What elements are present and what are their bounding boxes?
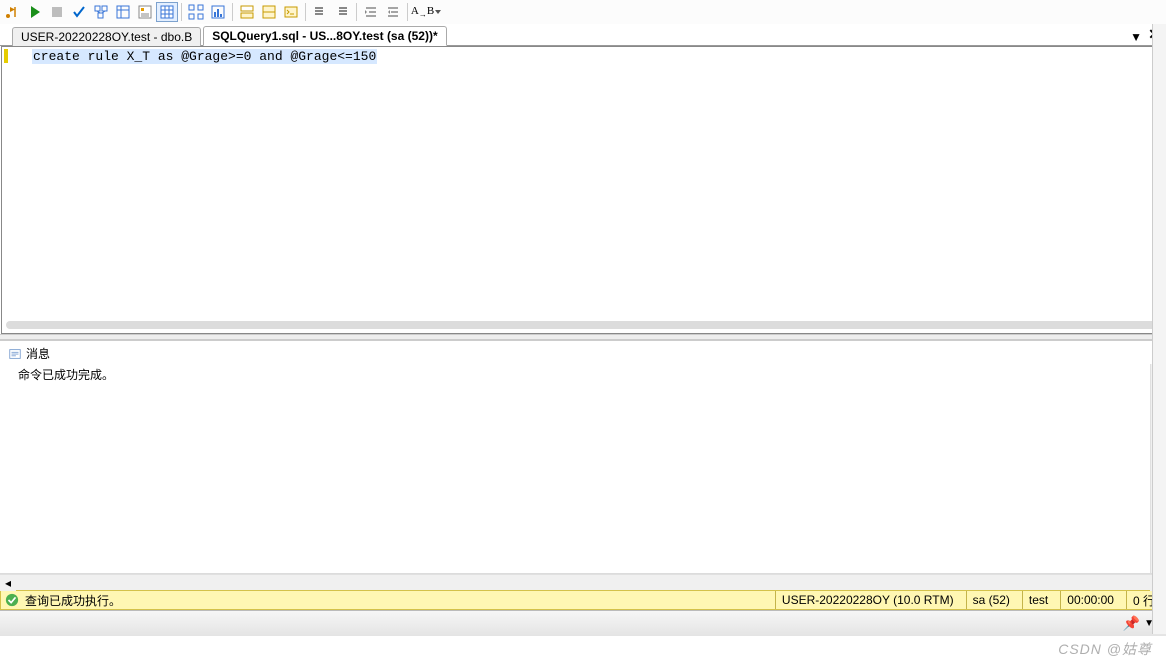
h-scrollbar-msg[interactable]: ◂ ▸ [0, 574, 1166, 590]
parse-button[interactable] [68, 2, 90, 22]
outdent-icon[interactable] [382, 2, 404, 22]
sql-editor[interactable]: create rule X_T as @Grage>=0 and @Grage<… [2, 47, 1164, 333]
execute-button[interactable] [24, 2, 46, 22]
toggle-pane-icon[interactable] [258, 2, 280, 22]
results-pane-icon[interactable] [236, 2, 258, 22]
indent-icon[interactable] [360, 2, 382, 22]
results-to-grid-icon[interactable] [156, 2, 178, 22]
toolbar: A→B [0, 0, 1166, 24]
intellisense-icon[interactable] [134, 2, 156, 22]
uncomment-icon[interactable] [331, 2, 353, 22]
message-icon [8, 347, 22, 361]
sql-editor-container: create rule X_T as @Grage>=0 and @Grage<… [1, 46, 1165, 334]
h-scrollbar[interactable] [6, 321, 1160, 329]
right-dock-panel[interactable] [1152, 24, 1166, 634]
messages-tab[interactable]: 消息 [0, 341, 1166, 364]
tab-dropdown-icon[interactable]: ▼ [1130, 30, 1142, 44]
sql-code-line: create rule X_T as @Grage>=0 and @Grage<… [32, 49, 377, 64]
watermark: CSDN @姑尊 [1058, 639, 1152, 659]
query-options-icon[interactable] [112, 2, 134, 22]
query-status-bar: 查询已成功执行。 USER-20220228OY (10.0 RTM) sa (… [0, 590, 1166, 610]
debug-step-icon[interactable] [2, 2, 24, 22]
estimated-plan-icon[interactable] [90, 2, 112, 22]
status-login: sa (52) [966, 591, 1016, 609]
actual-plan-icon[interactable] [185, 2, 207, 22]
comment-icon[interactable] [309, 2, 331, 22]
status-exec-text: 查询已成功执行。 [25, 592, 121, 609]
tab-active[interactable]: SQLQuery1.sql - US...8OY.test (sa (52))* [203, 26, 446, 46]
specify-values-icon[interactable]: A→B [411, 2, 441, 22]
client-stats-icon[interactable] [207, 2, 229, 22]
separator [305, 3, 306, 21]
separator [356, 3, 357, 21]
pin-icon[interactable]: 📌 [1123, 615, 1140, 632]
messages-panel: 消息 命令已成功完成。 ▴ ▾ ◂ ▸ [0, 340, 1166, 590]
sqlcmd-mode-icon[interactable] [280, 2, 302, 22]
tab-inactive[interactable]: USER-20220228OY.test - dbo.B [12, 27, 201, 46]
success-icon [5, 593, 19, 607]
footer-bar: 📌 ▼ [0, 610, 1166, 636]
status-duration: 00:00:00 [1060, 591, 1120, 609]
separator [407, 3, 408, 21]
change-marker [4, 49, 8, 63]
status-server: USER-20220228OY (10.0 RTM) [775, 591, 960, 609]
separator [232, 3, 233, 21]
messages-text: 命令已成功完成。 [18, 368, 114, 382]
separator [181, 3, 182, 21]
stop-button[interactable] [46, 2, 68, 22]
scroll-left-icon[interactable]: ◂ [0, 575, 16, 591]
messages-tab-label: 消息 [26, 345, 50, 362]
messages-body: 命令已成功完成。 ▴ ▾ [0, 364, 1166, 574]
document-tabs: USER-20220228OY.test - dbo.B SQLQuery1.s… [0, 24, 1166, 46]
status-database: test [1022, 591, 1054, 609]
